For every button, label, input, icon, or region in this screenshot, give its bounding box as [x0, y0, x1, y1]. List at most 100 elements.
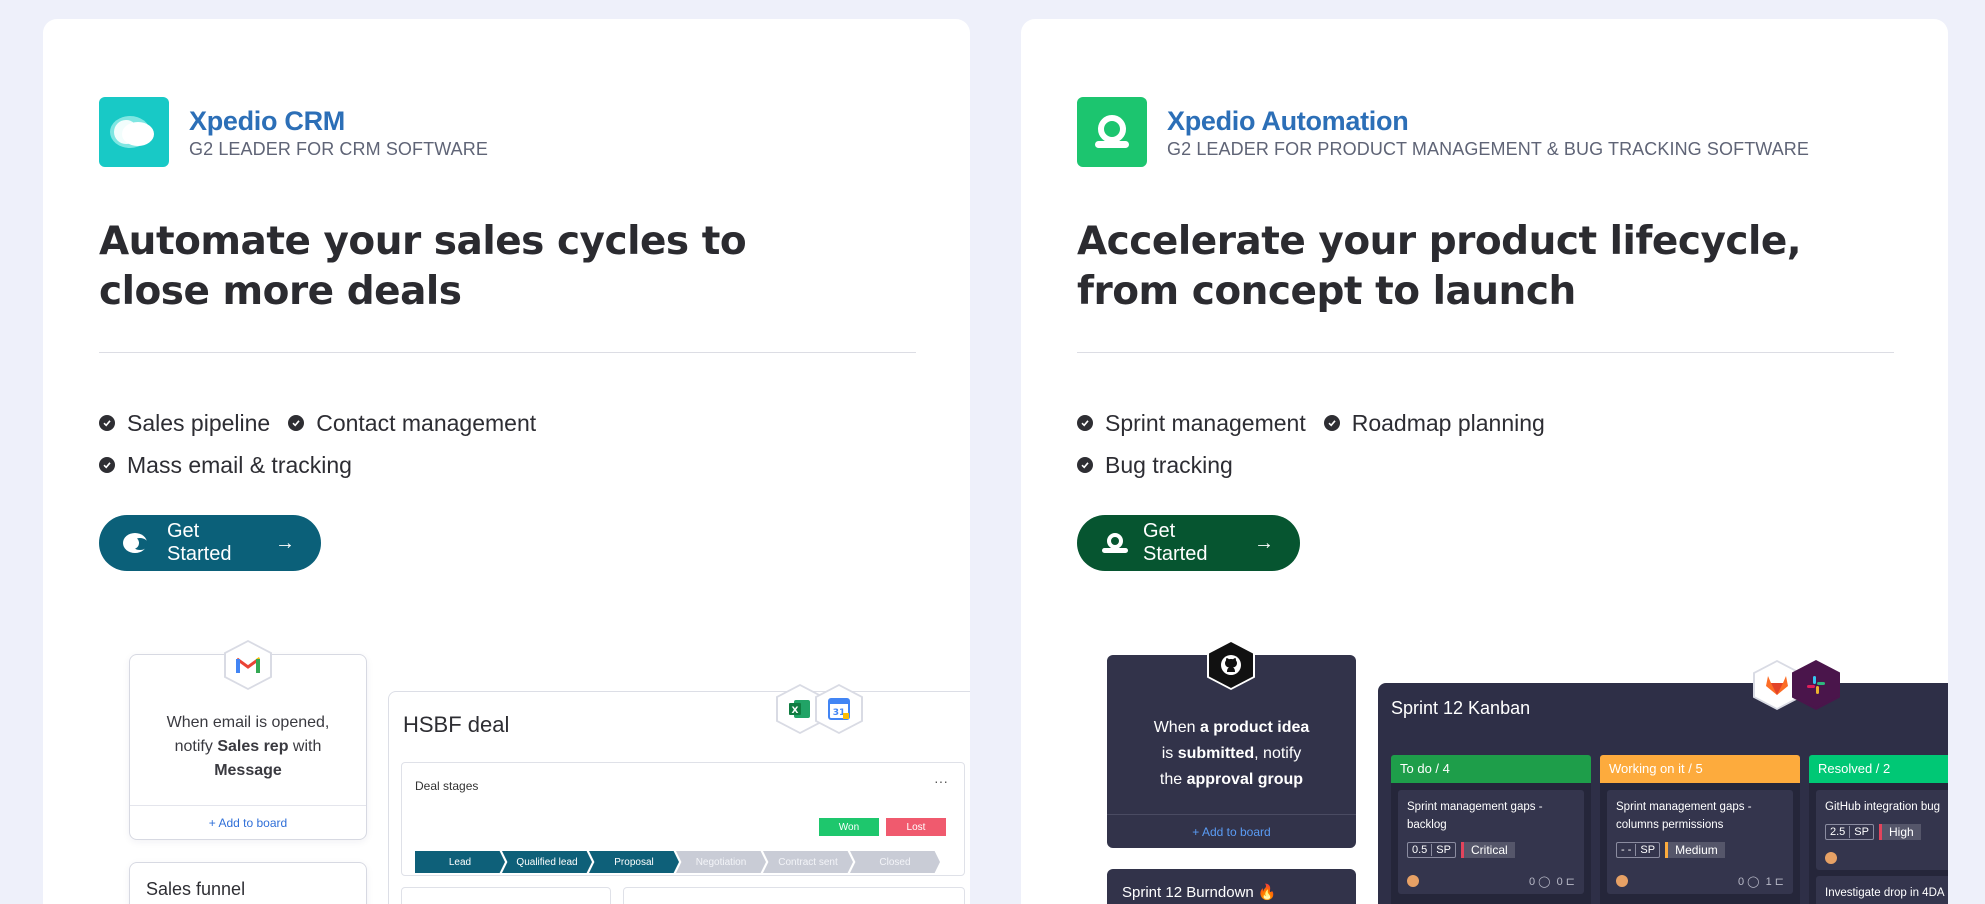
feature-label: Mass email & tracking: [127, 451, 352, 478]
feature-label: Sales pipeline: [127, 409, 271, 436]
recipe-text: the: [1159, 771, 1187, 788]
feature-label: Contact management: [316, 409, 537, 436]
subtask-icon: ⊏: [1774, 876, 1784, 888]
recipe-text-bold: submitted: [1177, 745, 1255, 762]
stage-lead[interactable]: Lead: [415, 851, 505, 873]
kanban-column-working: Working on it / 5 Sprint management gaps…: [1600, 755, 1800, 904]
crm-brand-name: Xpedio CRM: [189, 105, 345, 136]
crm-brand: Xpedio CRM G2 LEADER FOR CRM SOFTWARE: [99, 97, 488, 167]
stage-proposal[interactable]: Proposal: [589, 851, 679, 873]
automation-get-started-button[interactable]: Get Started →: [1077, 515, 1300, 571]
crm-divider: [99, 352, 916, 353]
task-title: Sprint management gaps - columns permiss…: [1616, 801, 1752, 831]
automation-divider: [1077, 352, 1894, 353]
feature-label: Bug tracking: [1105, 451, 1233, 478]
automation-headline-line: Accelerate your product lifecycle,: [1077, 219, 1802, 264]
deal-sub-panel: [623, 887, 965, 904]
automation-headline-line: from concept to launch: [1077, 269, 1576, 314]
add-to-board-link[interactable]: + Add to board: [1107, 814, 1356, 848]
kanban-task[interactable]: GitHub integration bug 2.5 SP High: [1816, 790, 1948, 870]
crm-logo-icon: [99, 97, 169, 167]
subtask-count: 0: [1556, 876, 1563, 888]
feature-item: Roadmap planning: [1323, 409, 1545, 437]
stage-qualified-lead[interactable]: Qualified lead: [502, 851, 592, 873]
automation-text: When email is opened,: [166, 714, 330, 731]
deal-stage-bar: Lead Qualified lead Proposal Negotiation…: [415, 851, 940, 873]
avatar: [1825, 852, 1837, 864]
kanban-column-todo: To do / 4 Sprint management gaps - backl…: [1391, 755, 1591, 904]
subtask-icon: ⊏: [1565, 876, 1575, 888]
feature-item: Contact management: [288, 410, 536, 437]
stage-contract-sent[interactable]: Contract sent: [763, 851, 853, 873]
column-header: Resolved / 2: [1809, 755, 1948, 783]
deal-sub-panel: [401, 887, 611, 904]
comment-icon: ◯: [1538, 876, 1551, 888]
automation-logo-icon: [1077, 97, 1147, 167]
feature-label: Roadmap planning: [1351, 409, 1545, 436]
story-points-label: SP: [1854, 826, 1869, 838]
story-points: 2.5 SP: [1825, 824, 1874, 840]
automation-headline: Accelerate your product lifecycle, from …: [1077, 217, 1897, 317]
lost-button[interactable]: Lost: [886, 818, 946, 836]
stage-negotiation[interactable]: Negotiation: [676, 851, 766, 873]
task-title: Investigate drop in 4DA: [1825, 887, 1945, 899]
automation-brand-subtitle: G2 LEADER FOR PRODUCT MANAGEMENT & BUG T…: [1167, 138, 1810, 159]
kanban-task[interactable]: Sprint management gaps - backlog 0.5 SP C…: [1398, 790, 1584, 894]
arrow-right-icon: →: [275, 531, 295, 554]
avatar: [1616, 875, 1628, 887]
story-points-value: - -: [1621, 844, 1637, 856]
story-points-label: SP: [1640, 844, 1656, 856]
stage-closed[interactable]: Closed: [850, 851, 940, 873]
comment-count: 0: [1528, 876, 1536, 888]
task-counts: 0 ◯ 0 ⊏: [1529, 875, 1575, 888]
recipe-text-bold: a product idea: [1199, 719, 1310, 736]
check-icon: [99, 457, 115, 473]
comment-count: 0: [1737, 876, 1745, 888]
sales-funnel-card: Sales funnel: [129, 862, 367, 904]
feature-item: Bug tracking: [1077, 452, 1233, 479]
subtask-count: 1: [1765, 876, 1772, 888]
automation-text-bold: Message: [214, 762, 282, 779]
automation-text-bold: Sales rep: [217, 738, 289, 755]
crm-features: Sales pipeline Contact management Mass e…: [99, 402, 859, 486]
burndown-card: Sprint 12 Burndown 🔥: [1107, 869, 1356, 904]
more-options-icon[interactable]: ···: [934, 773, 948, 789]
check-icon: [99, 415, 115, 431]
won-button[interactable]: Won: [819, 818, 879, 836]
task-counts: 0 ◯ 1 ⊏: [1738, 875, 1784, 888]
add-to-board-link[interactable]: + Add to board: [130, 805, 366, 839]
story-points-value: 2.5: [1830, 826, 1851, 838]
crm-get-started-button[interactable]: Get Started →: [99, 515, 321, 571]
story-points-label: SP: [1436, 844, 1451, 856]
task-title: GitHub integration bug: [1825, 801, 1941, 813]
kanban-column-resolved: Resolved / 2 GitHub integration bug 2.5 S…: [1809, 755, 1948, 904]
deal-panel: HSBF deal Deal stages ··· Won Lost Lead …: [388, 691, 970, 904]
avatar: [1407, 875, 1419, 887]
automation-logo-icon: [1099, 531, 1131, 555]
recipe-text: When: [1153, 719, 1200, 736]
task-title: Sprint management gaps - backlog: [1407, 801, 1543, 831]
sprint-kanban-board: Sprint 12 Kanban To do / 4 Sprint manage…: [1378, 683, 1948, 904]
kanban-task[interactable]: Investigate drop in 4DA: [1816, 876, 1948, 904]
crm-brand-subtitle: G2 LEADER FOR CRM SOFTWARE: [189, 138, 488, 159]
automation-get-started-label: Get Started: [1143, 520, 1208, 565]
deal-title: HSBF deal: [403, 712, 510, 737]
kanban-task[interactable]: Sprint management gaps - columns permiss…: [1607, 790, 1793, 894]
automation-text: notify: [174, 738, 218, 755]
feature-label: Sprint management: [1105, 409, 1306, 436]
priority-badge: Medium: [1665, 842, 1725, 858]
check-icon: [1077, 415, 1093, 431]
column-header: Working on it / 5: [1600, 755, 1800, 783]
kanban-title: Sprint 12 Kanban: [1391, 698, 1531, 718]
deal-stages-label: Deal stages: [415, 779, 479, 793]
feature-item: Mass email & tracking: [99, 452, 352, 479]
recipe-text: is: [1161, 745, 1178, 762]
story-points: - - SP: [1616, 842, 1661, 858]
story-points-value: 0.5: [1412, 844, 1433, 856]
automation-brand: Xpedio Automation G2 LEADER FOR PRODUCT …: [1077, 97, 1809, 167]
sales-funnel-title: Sales funnel: [146, 879, 246, 899]
column-header: To do / 4: [1391, 755, 1591, 783]
deal-stages-panel: Deal stages ··· Won Lost Lead Qualified …: [401, 762, 965, 876]
feature-item: Sales pipeline: [99, 410, 270, 437]
burndown-title: Sprint 12 Burndown 🔥: [1122, 884, 1277, 901]
